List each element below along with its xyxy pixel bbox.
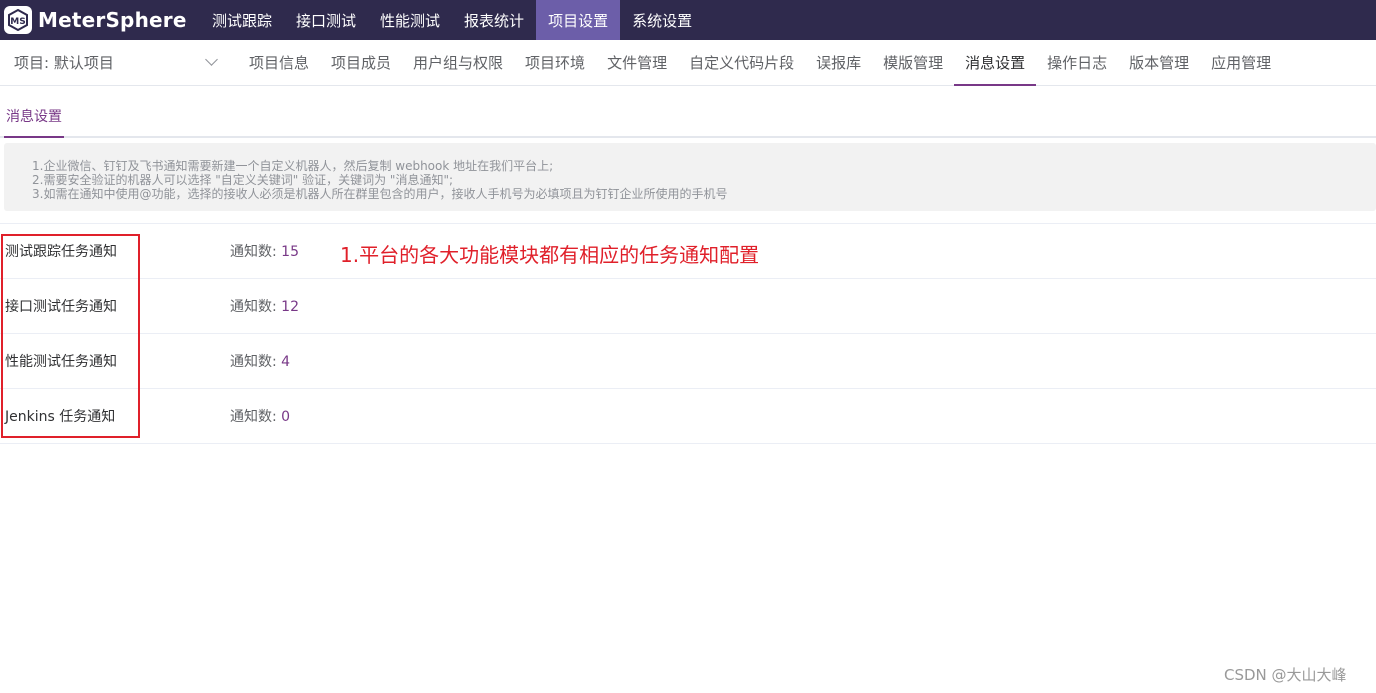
svg-text:MS: MS	[10, 17, 25, 27]
top-nav-system-settings[interactable]: 系统设置	[620, 0, 704, 40]
count-label: 通知数:	[230, 244, 282, 260]
highlight-box	[1, 234, 140, 438]
page-tabs: 消息设置	[0, 96, 1376, 138]
count-value: 15	[281, 244, 299, 260]
count-label: 通知数:	[230, 409, 282, 425]
app-name: MeterSphere	[38, 8, 187, 32]
subnav-template-management[interactable]: 模版管理	[872, 40, 954, 86]
notification-count: 通知数: 4	[230, 351, 290, 371]
subnav-project-info[interactable]: 项目信息	[238, 40, 320, 86]
notification-count: 通知数: 15	[230, 241, 299, 261]
chevron-down-icon	[205, 53, 218, 66]
subnav-user-groups[interactable]: 用户组与权限	[402, 40, 514, 86]
subnav-version-management[interactable]: 版本管理	[1118, 40, 1200, 86]
subnav-false-positive-lib[interactable]: 误报库	[805, 40, 872, 86]
project-selector-label: 项目: 默认项目	[14, 54, 114, 72]
subnav-app-management[interactable]: 应用管理	[1200, 40, 1282, 86]
count-value: 4	[281, 354, 291, 370]
notification-count: 通知数: 0	[230, 406, 290, 426]
tab-message-settings[interactable]: 消息设置	[4, 96, 64, 138]
top-nav-performance-test[interactable]: 性能测试	[368, 0, 452, 40]
tip-line: 1.企业微信、钉钉及飞书通知需要新建一个自定义机器人，然后复制 webhook …	[32, 159, 554, 173]
top-nav-project-settings[interactable]: 项目设置	[536, 0, 621, 40]
list-item[interactable]: 性能测试任务通知 通知数: 4	[0, 334, 1376, 389]
metersphere-logo-icon: MS	[4, 6, 32, 34]
top-nav-api-test[interactable]: 接口测试	[284, 0, 368, 40]
top-nav-bar: MS MeterSphere 测试跟踪 接口测试 性能测试 报表统计 项目设置 …	[0, 0, 1376, 40]
subnav-file-management[interactable]: 文件管理	[596, 40, 678, 86]
top-nav-test-track[interactable]: 测试跟踪	[200, 0, 284, 40]
project-settings-menu: 项目信息 项目成员 用户组与权限 项目环境 文件管理 自定义代码片段 误报库 模…	[230, 40, 1282, 86]
tip-line: 3.如需在通知中使用@功能，选择的接收人必须是机器人所在群里包含的用户，接收人手…	[32, 187, 728, 201]
subnav-project-environment[interactable]: 项目环境	[514, 40, 596, 86]
tips-box: 1.企业微信、钉钉及飞书通知需要新建一个自定义机器人，然后复制 webhook …	[4, 143, 1376, 211]
annotation-text: 1.平台的各大功能模块都有相应的任务通知配置	[340, 243, 760, 267]
count-label: 通知数:	[230, 299, 282, 315]
project-settings-nav-bar: 项目: 默认项目 项目信息 项目成员 用户组与权限 项目环境 文件管理 自定义代…	[0, 40, 1376, 86]
subnav-project-members[interactable]: 项目成员	[320, 40, 402, 86]
tip-line: 2.需要安全验证的机器人可以选择 "自定义关键词" 验证，关键词为 "消息通知"…	[32, 173, 454, 187]
subnav-operation-log[interactable]: 操作日志	[1036, 40, 1118, 86]
count-label: 通知数:	[230, 354, 282, 370]
count-value: 0	[281, 409, 291, 425]
count-value: 12	[281, 299, 299, 315]
list-item[interactable]: Jenkins 任务通知 通知数: 0	[0, 389, 1376, 444]
project-selector[interactable]: 项目: 默认项目	[0, 40, 230, 86]
app-logo[interactable]: MS MeterSphere	[0, 0, 200, 40]
top-nav-reports[interactable]: 报表统计	[452, 0, 536, 40]
notification-count: 通知数: 12	[230, 296, 299, 316]
watermark: CSDN @大山大峰	[1224, 666, 1347, 684]
list-item[interactable]: 接口测试任务通知 通知数: 12	[0, 279, 1376, 334]
top-nav: 测试跟踪 接口测试 性能测试 报表统计 项目设置 系统设置	[200, 0, 704, 40]
subnav-custom-code-snippets[interactable]: 自定义代码片段	[678, 40, 805, 86]
subnav-message-settings[interactable]: 消息设置	[954, 40, 1037, 86]
